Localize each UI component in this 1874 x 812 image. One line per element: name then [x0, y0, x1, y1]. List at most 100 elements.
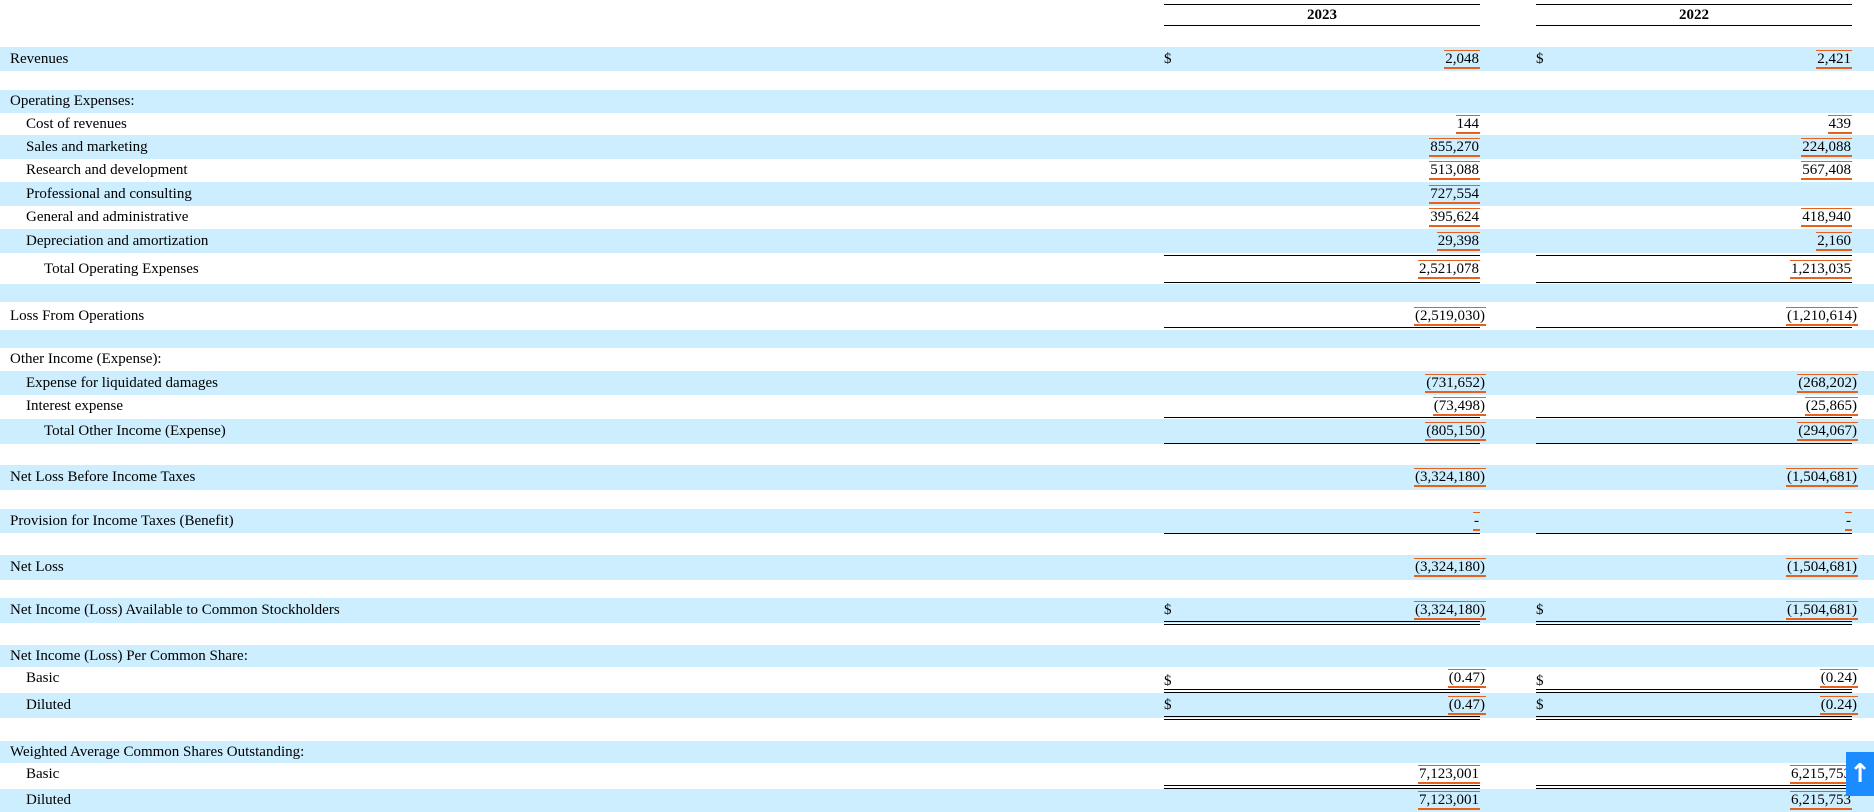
row-sales-marketing: Sales and marketing 855,270 224,088: [0, 135, 1874, 159]
row-label: Sales and marketing: [26, 139, 148, 155]
value-2023: (73,498): [1432, 397, 1486, 416]
total-rule: [1164, 443, 1480, 444]
row-label: Basic: [26, 766, 60, 782]
row-loss-from-operations: Loss From Operations (2,519,030) (1,210,…: [0, 303, 1874, 329]
value-2023: 727,554: [1429, 185, 1480, 204]
currency-symbol: $: [1164, 602, 1172, 618]
row-cost-of-revenues: Cost of revenues 144 439: [0, 113, 1874, 135]
row-weighted-average-heading: Weighted Average Common Shares Outstandi…: [0, 741, 1874, 763]
value-2023: 7,123,001: [1418, 791, 1480, 810]
total-rule: [1536, 282, 1852, 283]
row-label: Loss From Operations: [10, 308, 145, 324]
double-rule: [1536, 621, 1852, 625]
value-2022: (294,067): [1797, 422, 1858, 441]
row-label: Professional and consulting: [26, 186, 192, 202]
row-net-loss-before-taxes: Net Loss Before Income Taxes (3,324,180)…: [0, 465, 1874, 490]
row-net-loss: Net Loss (3,324,180) (1,504,681): [0, 555, 1874, 580]
value-2023: 855,270: [1429, 138, 1480, 157]
year-2022-header: 2022: [1536, 4, 1852, 26]
section-heading: Net Income (Loss) Per Common Share:: [10, 648, 248, 664]
value-2022: (1,210,614): [1786, 307, 1858, 326]
value-2022: 2,160: [1816, 232, 1852, 251]
arrow-up-icon: ↑: [1849, 759, 1871, 789]
row-provision-income-taxes: Provision for Income Taxes (Benefit) - -: [0, 509, 1874, 533]
value-2022: (0.24): [1819, 696, 1858, 715]
row-per-share-basic: Basic $ (0.47) $ (0.24): [0, 667, 1874, 689]
row-label: Research and development: [26, 162, 188, 178]
subtotal-rule: [1536, 417, 1852, 418]
spacer-band: [0, 330, 1874, 348]
value-2023: (3,324,180): [1414, 468, 1486, 487]
currency-symbol: $: [1536, 697, 1544, 713]
total-rule: [1164, 282, 1480, 283]
value-2022: (1,504,681): [1786, 468, 1858, 487]
row-label: General and administrative: [26, 209, 189, 225]
column-header: 2023 2022: [0, 0, 1874, 28]
value-2023: (805,150): [1425, 422, 1486, 441]
row-operating-expenses-heading: Operating Expenses:: [0, 90, 1874, 113]
scroll-to-top-button[interactable]: ↑: [1846, 752, 1874, 796]
value-2022: -: [1845, 512, 1852, 531]
value-2023: 395,624: [1429, 208, 1480, 227]
row-weighted-basic: Basic 7,123,001 6,215,753: [0, 763, 1874, 785]
row-label: Depreciation and amortization: [26, 233, 209, 249]
row-label: Interest expense: [26, 398, 124, 414]
subtotal-rule: [1536, 255, 1852, 256]
value-2023: -: [1473, 512, 1480, 531]
row-label: Expense for liquidated damages: [26, 375, 219, 391]
total-rule: [1536, 443, 1852, 444]
row-interest-expense: Interest expense (73,498) (25,865): [0, 395, 1874, 417]
value-2022: (1,504,681): [1786, 558, 1858, 577]
section-heading: Weighted Average Common Shares Outstandi…: [10, 744, 305, 760]
total-rule: [1164, 327, 1480, 328]
row-label: Net Loss Before Income Taxes: [10, 469, 196, 485]
row-net-income-available: Net Income (Loss) Available to Common St…: [0, 598, 1874, 623]
row-total-other-income: Total Other Income (Expense) (805,150) (…: [0, 419, 1874, 444]
value-2023: 2,048: [1444, 50, 1480, 69]
value-2022: 2,421: [1816, 50, 1852, 69]
row-label: Basic: [26, 670, 60, 686]
row-label: Net Income (Loss) Available to Common St…: [10, 602, 340, 618]
double-rule: [1536, 716, 1852, 720]
row-depreciation-amortization: Depreciation and amortization 29,398 2,1…: [0, 229, 1874, 253]
value-2022: (268,202): [1797, 374, 1858, 393]
row-label: Diluted: [26, 697, 71, 713]
currency-symbol: $: [1164, 697, 1172, 713]
row-per-share-diluted: Diluted $ (0.47) $ (0.24): [0, 693, 1874, 718]
value-2022: (0.24): [1819, 669, 1858, 688]
currency-symbol: $: [1536, 51, 1544, 67]
income-statement: 2023 2022 Revenues $ 2,048 $ 2,421 Opera…: [0, 0, 1874, 812]
currency-symbol: $: [1536, 602, 1544, 618]
value-2023: 7,123,001: [1418, 765, 1480, 784]
value-2022: (1,504,681): [1786, 601, 1858, 620]
value-2022: 418,940: [1801, 208, 1852, 227]
section-heading: Other Income (Expense):: [10, 351, 162, 367]
row-revenues: Revenues $ 2,048 $ 2,421: [0, 47, 1874, 71]
total-rule: [1536, 327, 1852, 328]
value-2022: 439: [1827, 115, 1852, 134]
spacer-band: [0, 284, 1874, 302]
row-total-operating-expenses: Total Operating Expenses 2,521,078 1,213…: [0, 257, 1874, 281]
currency-symbol: $: [1164, 51, 1172, 67]
row-professional-consulting: Professional and consulting 727,554: [0, 182, 1874, 206]
row-label: Diluted: [26, 792, 71, 808]
value-2023: (3,324,180): [1414, 601, 1486, 620]
row-general-administrative: General and administrative 395,624 418,9…: [0, 206, 1874, 229]
value-2022: 224,088: [1801, 138, 1852, 157]
row-label: Total Other Income (Expense): [44, 423, 226, 439]
double-rule: [1164, 621, 1480, 625]
value-2022: 6,215,753: [1790, 791, 1852, 810]
double-rule: [1164, 716, 1480, 720]
value-2023: 144: [1455, 115, 1480, 134]
subtotal-rule: [1164, 255, 1480, 256]
total-rule: [1536, 533, 1852, 534]
row-per-share-heading: Net Income (Loss) Per Common Share:: [0, 645, 1874, 667]
value-2023: (0.47): [1447, 696, 1486, 715]
value-2023: (0.47): [1447, 669, 1486, 688]
value-2023: 29,398: [1436, 232, 1480, 251]
value-2022: 567,408: [1801, 161, 1852, 180]
value-2023: (731,652): [1425, 374, 1486, 393]
row-liquidated-damages: Expense for liquidated damages (731,652)…: [0, 371, 1874, 395]
value-2022: 1,213,035: [1790, 260, 1852, 279]
row-weighted-diluted: Diluted 7,123,001 6,215,753: [0, 789, 1874, 812]
